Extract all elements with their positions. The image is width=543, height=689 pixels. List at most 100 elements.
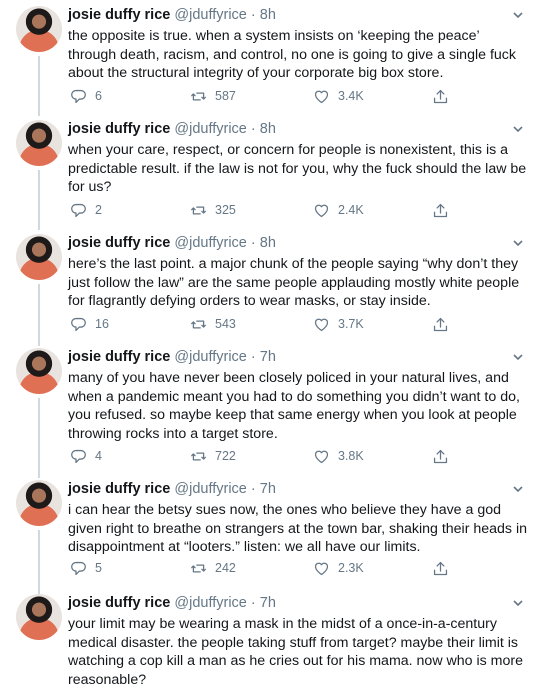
timestamp[interactable]: 7h	[260, 595, 276, 611]
reply-button[interactable]: 16	[70, 314, 109, 334]
chevron-down-icon[interactable]	[511, 122, 525, 136]
retweet-icon	[191, 451, 206, 461]
reply-button[interactable]: 4	[70, 446, 102, 466]
author-name[interactable]: josie duffy rice	[68, 121, 170, 137]
like-button[interactable]: 2.4K	[313, 200, 364, 220]
share-icon	[433, 561, 448, 575]
separator: ·	[250, 235, 256, 251]
retweet-button[interactable]: 242	[190, 558, 236, 578]
author-handle[interactable]: @jduffyrice	[174, 235, 246, 251]
chevron-down-icon[interactable]	[511, 350, 525, 364]
timestamp[interactable]: 7h	[260, 349, 276, 365]
author-name[interactable]: josie duffy rice	[68, 235, 170, 251]
share-button[interactable]	[432, 314, 449, 334]
avatar[interactable]	[16, 480, 62, 526]
separator: ·	[250, 349, 256, 365]
retweet-button[interactable]: 543	[190, 314, 236, 334]
share-button[interactable]	[432, 446, 449, 466]
tweet-text: when your care, respect, or concern for …	[68, 142, 527, 195]
avatar[interactable]	[16, 120, 62, 166]
author-name[interactable]: josie duffy rice	[68, 7, 170, 23]
separator: ·	[250, 121, 256, 137]
tweet-header: josie duffy rice @jduffyrice · 8h	[68, 234, 276, 252]
tweet-header: josie duffy rice @jduffyrice · 8h	[68, 120, 276, 138]
reply-count: 6	[95, 89, 102, 103]
avatar[interactable]	[16, 6, 62, 52]
tweet-actions: 5 242 2.3K	[70, 558, 470, 578]
author-handle[interactable]: @jduffyrice	[174, 595, 246, 611]
like-count: 2.3K	[338, 561, 364, 575]
retweet-button[interactable]: 587	[190, 86, 236, 106]
reply-icon	[71, 203, 86, 217]
author-name[interactable]: josie duffy rice	[68, 481, 170, 497]
share-icon	[433, 89, 448, 103]
separator: ·	[250, 481, 256, 497]
share-button[interactable]	[432, 558, 449, 578]
author-handle[interactable]: @jduffyrice	[174, 121, 246, 137]
tweet-actions: 16 543 3.7K	[70, 314, 470, 334]
reply-count: 2	[95, 203, 102, 217]
author-name[interactable]: josie duffy rice	[68, 595, 170, 611]
retweet-count: 325	[215, 203, 236, 217]
heart-icon	[314, 90, 329, 103]
thread-line	[38, 398, 40, 478]
share-button[interactable]	[432, 86, 449, 106]
timestamp[interactable]: 8h	[260, 7, 276, 23]
like-button[interactable]: 3.4K	[313, 86, 364, 106]
reply-count: 16	[95, 317, 109, 331]
reply-count: 5	[95, 561, 102, 575]
author-name[interactable]: josie duffy rice	[68, 349, 170, 365]
retweet-icon	[191, 319, 206, 329]
timestamp[interactable]: 8h	[260, 121, 276, 137]
chevron-down-icon[interactable]	[511, 8, 525, 22]
share-icon	[433, 449, 448, 463]
like-count: 2.4K	[338, 203, 364, 217]
author-handle[interactable]: @jduffyrice	[174, 481, 246, 497]
chevron-down-icon[interactable]	[511, 482, 525, 496]
tweet-text: the opposite is true. when a system insi…	[68, 28, 516, 81]
retweet-button[interactable]: 325	[190, 200, 236, 220]
retweet-icon	[191, 91, 206, 101]
chevron-down-icon[interactable]	[511, 596, 525, 610]
tweet-header: josie duffy rice @jduffyrice · 8h	[68, 6, 276, 24]
chevron-down-icon[interactable]	[511, 236, 525, 250]
like-button[interactable]: 3.8K	[313, 446, 364, 466]
share-icon	[433, 203, 448, 217]
tweet-header: josie duffy rice @jduffyrice · 7h	[68, 594, 276, 612]
retweet-count: 722	[215, 449, 236, 463]
heart-icon	[314, 318, 329, 331]
tweet-actions: 4 722 3.8K	[70, 446, 470, 466]
reply-icon	[71, 89, 86, 103]
reply-button[interactable]: 2	[70, 200, 102, 220]
retweet-count: 242	[215, 561, 236, 575]
reply-button[interactable]: 6	[70, 86, 102, 106]
retweet-icon	[191, 563, 206, 573]
heart-icon	[314, 204, 329, 217]
retweet-count: 543	[215, 317, 236, 331]
author-handle[interactable]: @jduffyrice	[174, 7, 246, 23]
tweet-text: your limit may be wearing a mask in the …	[68, 616, 523, 688]
author-handle[interactable]: @jduffyrice	[174, 349, 246, 365]
avatar[interactable]	[16, 594, 62, 640]
heart-icon	[314, 562, 329, 575]
like-count: 3.7K	[338, 317, 364, 331]
timestamp[interactable]: 8h	[260, 235, 276, 251]
tweet-text: i can hear the betsy sues now, the ones …	[68, 502, 528, 555]
avatar[interactable]	[16, 234, 62, 280]
retweet-button[interactable]: 722	[190, 446, 236, 466]
like-button[interactable]: 2.3K	[313, 558, 364, 578]
timestamp[interactable]: 7h	[260, 481, 276, 497]
avatar[interactable]	[16, 348, 62, 394]
tweet-header: josie duffy rice @jduffyrice · 7h	[68, 480, 276, 498]
tweet-actions: 2 325 2.4K	[70, 200, 470, 220]
tweet-text: here’s the last point. a major chunk of …	[68, 256, 520, 309]
thread-line	[38, 56, 40, 116]
thread-line	[38, 170, 40, 230]
tweet-text: many of you have never been closely poli…	[68, 370, 520, 442]
reply-icon	[71, 561, 86, 575]
reply-button[interactable]: 5	[70, 558, 102, 578]
share-button[interactable]	[432, 200, 449, 220]
like-button[interactable]: 3.7K	[313, 314, 364, 334]
like-count: 3.8K	[338, 449, 364, 463]
retweet-count: 587	[215, 89, 236, 103]
